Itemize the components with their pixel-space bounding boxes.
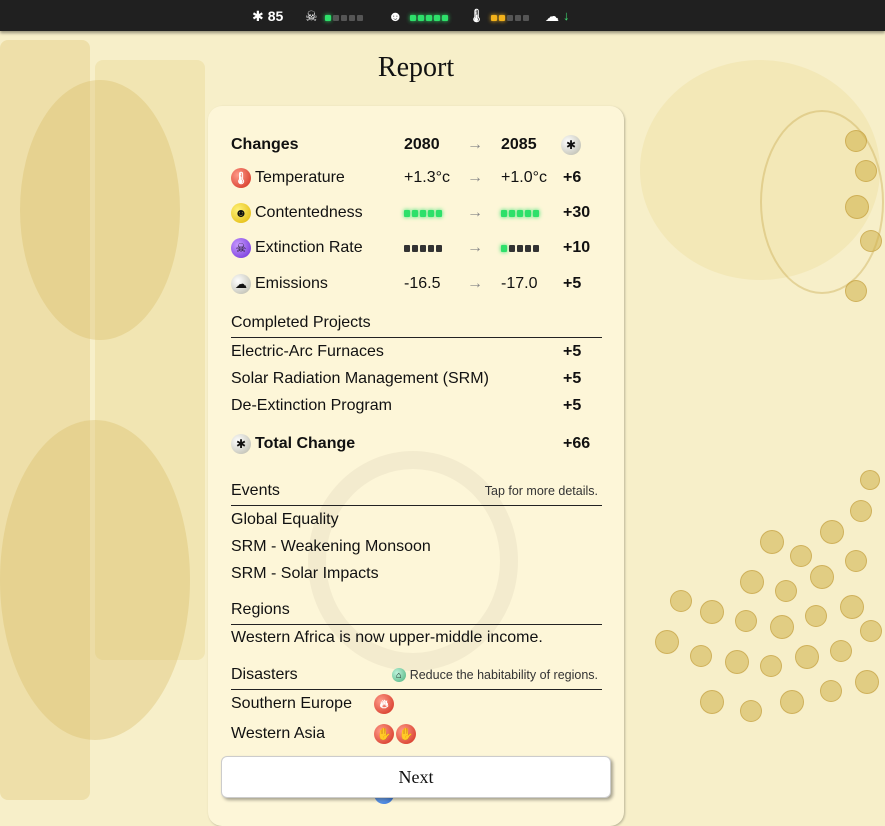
change-row-contentedness[interactable]: ☻ Contentedness → +30 <box>231 201 602 225</box>
thermometer-icon: 🌡︎ <box>231 168 251 188</box>
change-label: Emissions <box>255 275 328 292</box>
changes-header-row: Changes 2080 → 2085 ✱ <box>231 133 602 157</box>
thermometer-icon: 🌡︎ <box>468 8 485 23</box>
project-row[interactable]: Electric-Arc Furnaces +5 <box>231 340 602 364</box>
project-label: Electric-Arc Furnaces <box>231 343 384 360</box>
events-section: Events Tap for more details. <box>231 481 602 506</box>
project-row[interactable]: Solar Radiation Management (SRM) +5 <box>231 367 602 391</box>
section-heading: Disasters <box>231 666 298 683</box>
skull-icon: ☠ <box>305 7 318 24</box>
regions-section: Regions <box>231 600 602 625</box>
project-points: +5 <box>563 343 582 360</box>
project-points: +5 <box>563 397 582 414</box>
political-capital-icon: ✱ <box>231 434 251 454</box>
extinction-to-bar <box>501 244 539 252</box>
section-heading: Regions <box>231 601 290 618</box>
smiley-icon: ☻ <box>231 203 251 223</box>
change-from-value: +1.3°c <box>404 169 450 186</box>
event-item[interactable]: Global Equality <box>231 508 602 532</box>
event-item[interactable]: SRM - Solar Impacts <box>231 562 602 586</box>
change-label: Extinction Rate <box>255 239 363 256</box>
contentedness-indicator[interactable]: ☻ <box>388 0 450 31</box>
region-label: Western Africa is now upper-middle incom… <box>231 629 543 646</box>
total-points: +66 <box>563 435 591 452</box>
arrow-icon: → <box>467 136 483 153</box>
event-item[interactable]: SRM - Weakening Monsoon <box>231 535 602 559</box>
contentedness-from-bar <box>404 209 442 217</box>
disasters-hint-text: Reduce the habitability of regions. <box>409 668 598 682</box>
event-label: Global Equality <box>231 511 339 528</box>
change-to-value: -17.0 <box>501 275 538 292</box>
extinction-from-bar <box>404 244 442 252</box>
political-capital-indicator[interactable]: ✱ 85 <box>252 0 283 31</box>
fire-icon: 🔥︎ <box>374 694 394 714</box>
extinction-indicator[interactable]: ☠ <box>305 0 365 31</box>
disasters-hint: ⌂ Reduce the habitability of regions. <box>391 668 598 682</box>
skull-icon: ☠ <box>231 238 251 258</box>
project-points: +5 <box>563 370 582 387</box>
emissions-indicator[interactable]: ☁ ↓ <box>545 0 570 31</box>
political-capital-icon: ✱ <box>561 135 581 155</box>
arrow-down-icon: ↓ <box>563 8 570 23</box>
event-label: SRM - Solar Impacts <box>231 565 379 582</box>
change-label: Contentedness <box>255 204 363 221</box>
temperature-indicator[interactable]: 🌡︎ <box>468 0 531 31</box>
arrow-icon: → <box>467 169 483 186</box>
disaster-item[interactable]: Western Asia ✋ ✋ <box>231 722 602 746</box>
from-year: 2080 <box>404 136 440 153</box>
section-heading: Completed Projects <box>231 314 371 331</box>
political-capital-icon: ✱ <box>252 7 264 24</box>
house-icon: ⌂ <box>391 668 406 682</box>
event-label: SRM - Weakening Monsoon <box>231 538 431 555</box>
arrow-icon: → <box>467 275 483 292</box>
heat-hand-icon: ✋ <box>396 724 416 744</box>
report-card[interactable]: Changes 2080 → 2085 ✱ 🌡︎ Temperature +1.… <box>208 106 624 826</box>
section-heading: Events <box>231 482 280 499</box>
events-hint: Tap for more details. <box>484 484 598 498</box>
arrow-icon: → <box>467 239 483 256</box>
change-points: +30 <box>563 204 591 221</box>
smiley-icon: ☻ <box>388 7 403 24</box>
next-button[interactable]: Next <box>221 756 611 798</box>
change-row-emissions[interactable]: ☁ Emissions -16.5 → -17.0 +5 <box>231 272 602 296</box>
change-points: +10 <box>563 239 591 256</box>
changes-heading: Changes <box>231 136 299 153</box>
total-label: Total Change <box>255 435 356 452</box>
arrow-icon: → <box>467 204 483 221</box>
change-points: +5 <box>563 275 582 292</box>
change-label: Temperature <box>255 169 345 186</box>
project-label: De-Extinction Program <box>231 397 392 414</box>
cloud-icon: ☁ <box>545 7 559 24</box>
disaster-item[interactable]: Southern Europe 🔥︎ <box>231 692 602 716</box>
project-row[interactable]: De-Extinction Program +5 <box>231 394 602 418</box>
page-title: Report <box>377 52 455 83</box>
contentedness-to-bar <box>501 209 539 217</box>
political-capital-value: 85 <box>267 7 284 24</box>
heat-hand-icon: ✋ <box>374 724 394 744</box>
top-status-bar: ✱ 85 ☠ ☻ 🌡︎ ☁ ↓ <box>0 0 885 31</box>
cloud-icon: ☁ <box>231 274 251 294</box>
to-year: 2085 <box>501 136 537 153</box>
total-change-row: ✱ Total Change +66 <box>231 432 602 456</box>
change-row-extinction[interactable]: ☠ Extinction Rate → +10 <box>231 236 602 260</box>
project-label: Solar Radiation Management (SRM) <box>231 370 489 387</box>
change-to-value: +1.0°c <box>501 169 547 186</box>
completed-projects-section: Completed Projects <box>231 313 602 338</box>
change-row-temperature[interactable]: 🌡︎ Temperature +1.3°c → +1.0°c +6 <box>231 166 602 190</box>
disasters-section: Disasters ⌂ Reduce the habitability of r… <box>231 665 602 690</box>
region-item: Western Africa is now upper-middle incom… <box>231 626 602 650</box>
change-from-value: -16.5 <box>404 275 441 292</box>
disaster-region: Southern Europe <box>231 695 352 712</box>
change-points: +6 <box>563 169 582 186</box>
disaster-region: Western Asia <box>231 725 325 742</box>
